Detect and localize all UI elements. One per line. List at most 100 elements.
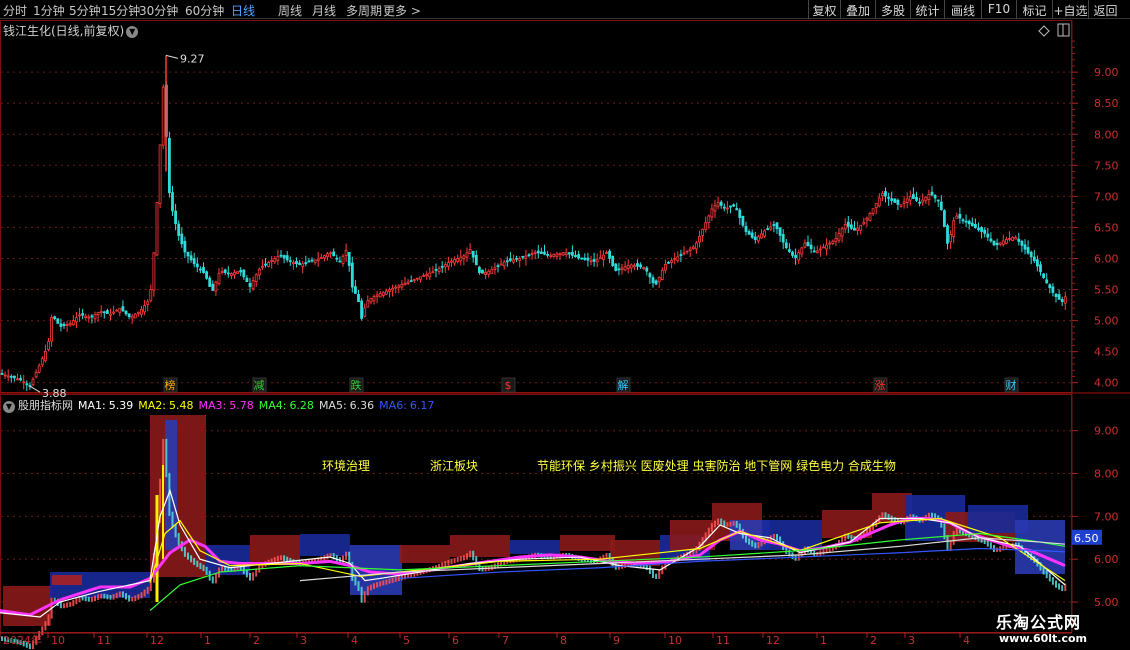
candle-body: [264, 263, 267, 266]
indicator-mini-candle: [385, 579, 388, 585]
candle-body: [530, 253, 534, 255]
candle-body: [295, 261, 298, 264]
x-tick-label: 3: [908, 634, 915, 647]
candle-body: [1026, 247, 1030, 254]
candle-body: [1008, 238, 1011, 240]
candle-body: [757, 236, 760, 242]
candle-body: [56, 318, 60, 324]
candle-body: [974, 223, 977, 229]
indicator-mini-candle: [342, 555, 344, 564]
indicator-mini-candle: [214, 573, 217, 584]
candle-body: [549, 254, 553, 258]
indicator-mini-candle: [952, 531, 955, 545]
candle-body: [642, 267, 646, 270]
candle-body: [304, 262, 308, 264]
candle-body: [831, 240, 835, 244]
candle-body: [481, 269, 484, 274]
x-tick-label: 2: [870, 634, 877, 647]
indicator-mini-candle: [47, 614, 50, 626]
candle-body: [921, 199, 925, 203]
candle-body: [186, 251, 190, 257]
candle-body: [493, 267, 497, 270]
candle-body: [902, 201, 906, 204]
candle-body: [558, 252, 562, 256]
candle-body: [310, 259, 314, 262]
candle-body: [471, 250, 475, 258]
candle-body: [130, 315, 134, 319]
candle-body: [536, 250, 540, 254]
candle-body: [546, 253, 549, 256]
candle-body: [834, 238, 838, 242]
candle-body: [664, 264, 667, 271]
candle-body: [713, 205, 717, 212]
watermark-name: 乐淘公式网: [996, 613, 1082, 632]
main-tick-label: 7.00: [1094, 190, 1119, 203]
candle-body: [62, 323, 66, 326]
candle-body: [465, 252, 469, 258]
candle-body: [716, 202, 720, 207]
candle-body: [372, 296, 376, 302]
candle-body: [239, 270, 243, 273]
candle-body: [1057, 294, 1061, 300]
indicator-mini-candle: [658, 570, 661, 579]
candle-body: [459, 256, 463, 262]
candle-body: [651, 277, 655, 284]
indicator-mini-candle: [165, 438, 168, 478]
indicator-mini-candle: [72, 599, 75, 607]
candle-body: [859, 224, 863, 231]
candle-body: [350, 262, 354, 288]
candle-body: [803, 242, 807, 248]
candle-body: [195, 263, 199, 268]
indicator-mini-candle: [748, 538, 751, 545]
candle-body: [639, 264, 642, 268]
candle-body: [273, 258, 277, 263]
x-tick-label: 4: [351, 634, 358, 647]
candle-body: [533, 251, 537, 254]
candle-body: [822, 246, 825, 249]
candle-body: [524, 255, 528, 259]
indicator-mini-candle: [273, 557, 276, 563]
candle-body: [809, 244, 813, 250]
candle-body: [381, 291, 385, 296]
indicator-mini-candle: [751, 540, 754, 547]
candle-body: [828, 242, 832, 245]
candle-body: [602, 254, 605, 260]
candle-body: [772, 224, 776, 226]
x-tick-label: 5: [403, 634, 410, 647]
candle-body: [440, 265, 444, 268]
candle-body: [477, 266, 481, 273]
indicator-mini-candle: [1045, 570, 1048, 579]
diamond-icon[interactable]: [1038, 25, 1050, 37]
candle-body: [865, 217, 869, 221]
indicator-mini-candle: [453, 557, 456, 564]
candle-body: [781, 234, 785, 243]
event-marker-label: 涨: [875, 379, 886, 392]
candle-body: [0, 373, 4, 375]
indicator-block: [400, 545, 450, 563]
candle-body: [877, 197, 881, 207]
x-tick-label: 9: [613, 634, 620, 647]
candle-body: [214, 281, 218, 292]
x-tick-label: 2024年: [3, 633, 42, 647]
candle-body: [825, 244, 828, 250]
candle-body: [657, 276, 661, 283]
indicator-mini-candle: [63, 603, 65, 609]
candle-body: [50, 317, 53, 342]
candle-body: [329, 252, 333, 255]
x-tick-label: 4: [963, 634, 970, 647]
x-tick-label: 12: [150, 634, 164, 647]
candle-body: [508, 258, 512, 261]
candle-body: [778, 227, 782, 236]
candle-body: [676, 256, 680, 262]
candle-body: [353, 286, 357, 294]
x-tick-label: 8: [560, 634, 567, 647]
candle-body: [443, 264, 447, 268]
indicator-tick-label: 6.00: [1094, 553, 1119, 566]
candle-body: [1023, 244, 1027, 250]
candle-body: [357, 294, 360, 302]
candle-body: [360, 300, 364, 319]
candle-body: [527, 254, 531, 257]
indicator-tick-label: 9.00: [1094, 425, 1119, 438]
event-marker-label: 减: [254, 379, 265, 392]
candle-body: [298, 262, 302, 265]
